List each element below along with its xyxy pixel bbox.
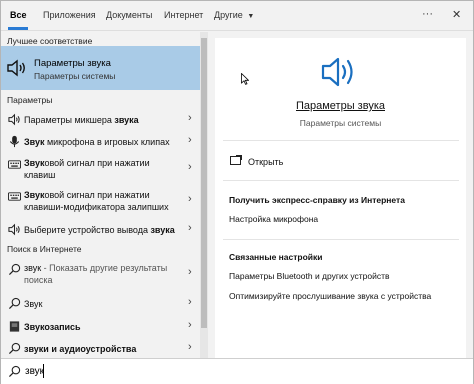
label-part: Параметры микшера: [24, 115, 115, 125]
tab-other[interactable]: Другие ▼: [214, 10, 254, 20]
search-window: Все Приложения Документы Интернет Другие…: [0, 0, 474, 384]
tab-apps[interactable]: Приложения: [43, 10, 96, 20]
tab-all[interactable]: Все: [10, 10, 27, 20]
tab-other-label: Другие: [214, 10, 243, 20]
web-item-label: Звук: [24, 299, 43, 309]
settings-item[interactable]: Звуковой сигнал при нажатии клавиш ›: [1, 155, 200, 183]
settings-item[interactable]: Звуковой сигнал при нажатии клавиши-модиф…: [1, 187, 200, 215]
results-scrollbar[interactable]: [200, 32, 208, 358]
text-caret: [43, 364, 44, 378]
open-label: Открыть: [248, 157, 284, 167]
label-highlight: звука: [150, 225, 175, 235]
settings-item[interactable]: Параметры микшера звука ›: [1, 110, 200, 130]
label-part: микрофона в игровых клипах: [44, 137, 170, 147]
divider: [223, 239, 459, 240]
open-window-icon: [230, 155, 242, 165]
speaker-icon: [321, 57, 353, 87]
chevron-right-icon[interactable]: ›: [188, 266, 192, 278]
settings-item[interactable]: Звук микрофона в игровых клипах ›: [1, 132, 200, 152]
web-item-label: звуки и аудиоустройства: [24, 344, 137, 354]
chevron-right-icon[interactable]: ›: [188, 319, 192, 331]
divider: [223, 180, 459, 181]
tab-internet[interactable]: Интернет: [164, 10, 203, 20]
search-tabs-bar: Все Приложения Документы Интернет Другие…: [1, 1, 473, 31]
label-line2: клавиши-модификатора залипших: [24, 202, 169, 212]
active-tab-indicator: [8, 27, 28, 30]
web-search-item[interactable]: звук - Показать другие результаты поиска …: [1, 260, 200, 288]
label-highlight: звука: [114, 115, 139, 125]
web-search-item[interactable]: Звукозапись ›: [1, 317, 200, 337]
web-item-label: звук - Показать другие результаты поиска: [24, 262, 167, 286]
chevron-down-icon: ▼: [247, 13, 255, 20]
divider: [223, 140, 459, 141]
help-header: Получить экспресс-справку из Интернета: [229, 195, 405, 205]
search-box[interactable]: звук: [1, 358, 473, 384]
settings-item-label: Звуковой сигнал при нажатии клавиш: [24, 157, 150, 181]
label-line2: поиска: [24, 275, 53, 285]
section-settings: Параметры: [7, 95, 53, 105]
scrollbar-thumb[interactable]: [201, 38, 207, 328]
microphone-icon: [9, 135, 20, 148]
search-icon: [8, 365, 21, 378]
keyboard-icon: [8, 160, 21, 169]
help-link-microphone[interactable]: Настройка микрофона: [229, 214, 318, 224]
label-line2: клавиш: [24, 170, 56, 180]
chevron-right-icon[interactable]: ›: [188, 134, 192, 146]
best-match-item[interactable]: Параметры звука Параметры системы: [1, 46, 200, 90]
section-web-search: Поиск в Интернете: [7, 244, 82, 254]
label-part: Выберите устройство вывода: [24, 225, 151, 235]
label-part: овой сигнал при нажатии: [44, 158, 150, 168]
mouse-pointer-icon: [241, 73, 249, 85]
chevron-right-icon[interactable]: ›: [188, 161, 192, 173]
related-link-optimize-sound[interactable]: Оптимизируйте прослушивание звука с устр…: [229, 291, 431, 301]
settings-item-label: Звук микрофона в игровых клипах: [24, 136, 170, 148]
chevron-right-icon[interactable]: ›: [188, 193, 192, 205]
settings-item-label: Параметры микшера звука: [24, 114, 139, 126]
close-icon[interactable]: ✕: [452, 8, 461, 21]
related-link-bluetooth[interactable]: Параметры Bluetooth и других устройств: [229, 271, 390, 281]
search-icon: [8, 297, 21, 310]
best-match-title: Параметры звука: [34, 58, 111, 69]
chevron-right-icon[interactable]: ›: [188, 341, 192, 353]
related-settings-header: Связанные настройки: [229, 252, 323, 262]
search-icon: [8, 342, 21, 355]
settings-item-label: Звуковой сигнал при нажатии клавиши-модиф…: [24, 189, 169, 213]
more-options-icon[interactable]: ···: [422, 8, 433, 20]
preview-subtitle: Параметры системы: [299, 118, 382, 128]
web-search-item[interactable]: звуки и аудиоустройства ›: [1, 339, 200, 359]
search-icon: [8, 263, 21, 276]
label-hint: - Показать другие результаты: [41, 263, 168, 273]
settings-item-label: Выберите устройство вывода звука: [24, 224, 175, 236]
search-input[interactable]: звук: [25, 366, 44, 377]
app-thumbnail-icon: [9, 321, 20, 332]
chevron-right-icon[interactable]: ›: [188, 296, 192, 308]
speaker-icon: [8, 113, 20, 126]
best-match-subtitle: Параметры системы: [34, 71, 116, 81]
preview-title[interactable]: Параметры звука: [215, 100, 466, 112]
label-highlight: Звук: [24, 190, 45, 200]
label-highlight: Звук: [24, 137, 45, 147]
chevron-right-icon[interactable]: ›: [188, 222, 192, 234]
speaker-icon: [8, 223, 20, 236]
label-part: овой сигнал при нажатии: [44, 190, 150, 200]
results-list: Лучшее соответствие Параметры звука Пара…: [1, 32, 200, 358]
web-search-item[interactable]: Звук ›: [1, 294, 200, 314]
preview-pane: Параметры звука Параметры системы Открыт…: [215, 38, 466, 359]
web-item-label: Звукозапись: [24, 322, 81, 332]
section-best-match: Лучшее соответствие: [7, 36, 93, 46]
speaker-icon: [7, 59, 25, 77]
tab-documents[interactable]: Документы: [106, 10, 152, 20]
open-action[interactable]: Открыть: [230, 155, 350, 169]
chevron-right-icon[interactable]: ›: [188, 112, 192, 124]
label-highlight: Звук: [24, 158, 45, 168]
settings-item[interactable]: Выберите устройство вывода звука ›: [1, 220, 200, 240]
label-query: звук: [24, 263, 42, 273]
keyboard-icon: [8, 192, 21, 201]
